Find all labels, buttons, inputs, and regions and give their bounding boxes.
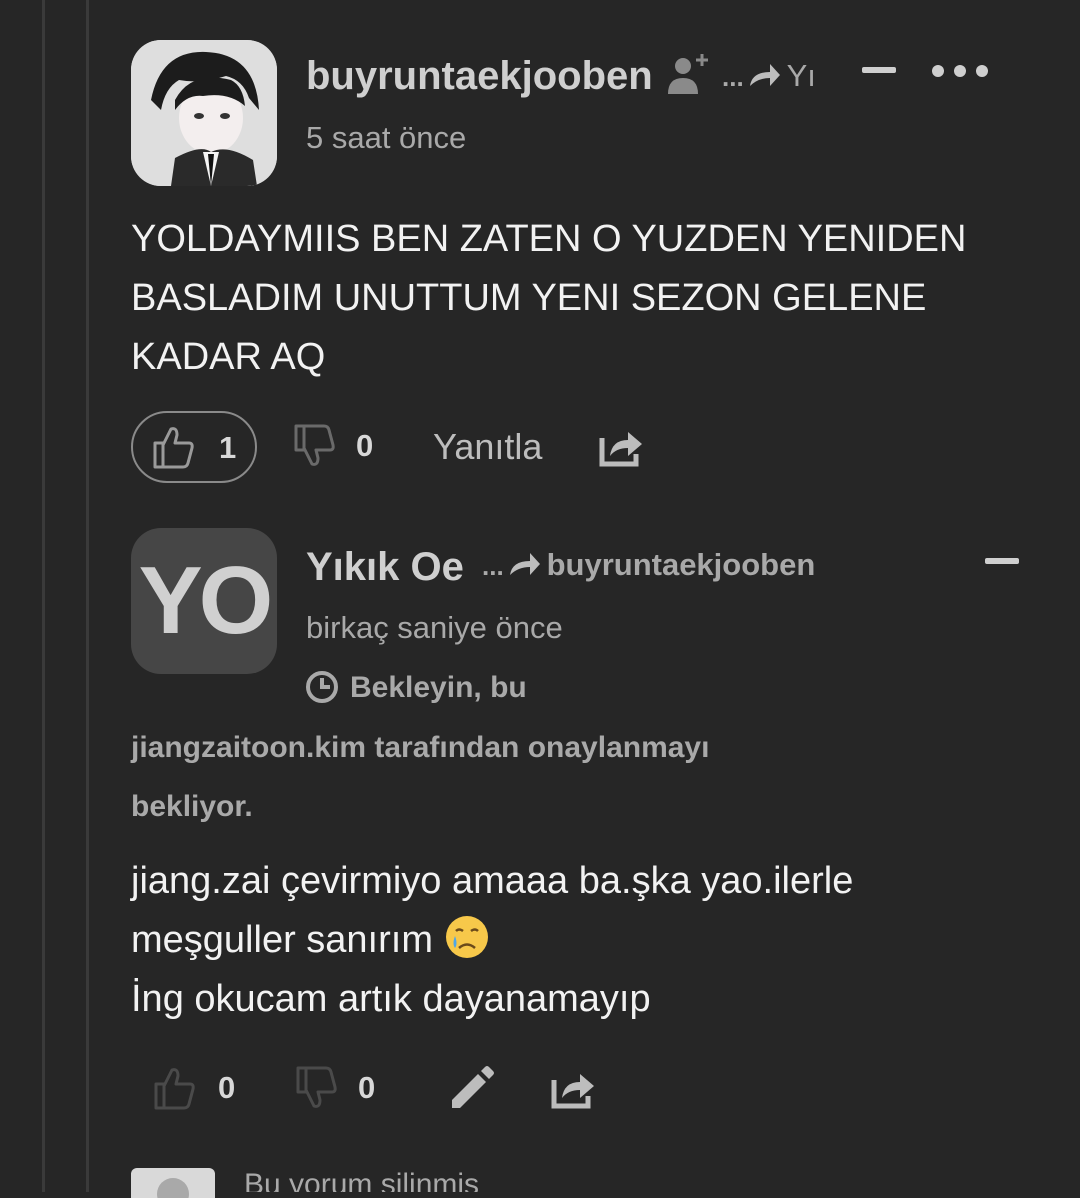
comment-author[interactable]: buyruntaekjooben [306, 54, 653, 99]
downvote-count: 0 [356, 428, 374, 463]
share-icon[interactable] [598, 424, 646, 468]
minus-icon[interactable] [985, 558, 1019, 564]
reply-line-1: jiang.zai çevirmiyo amaaa ba.şka yao.ile… [131, 860, 854, 902]
reply-line-3: İng okucam artık dayanamayıp [131, 978, 651, 1020]
reply-author[interactable]: Yıkık Oe [306, 545, 464, 590]
thread-line-outer [42, 0, 45, 1192]
downvote-count: 0 [358, 1070, 376, 1105]
user-avatar[interactable] [131, 40, 277, 186]
deleted-text-clip: Bu yorum silinmiş [244, 1168, 744, 1192]
comment-time: 5 saat önce [306, 120, 467, 155]
reply-to-indicator: ... Yı [722, 58, 822, 98]
comment-line-1: YOLDAYMIIS BEN ZATEN O YUZDEN YENIDEN [131, 218, 967, 260]
reply-to-name-2[interactable]: buyruntaekjooben [547, 547, 814, 582]
thread-line-inner [86, 0, 89, 1192]
reply-line-2: meşguller sanırım [131, 919, 433, 961]
pencil-icon[interactable] [446, 1064, 494, 1112]
comment-body: YOLDAYMIIS BEN ZATEN O YUZDEN YENIDEN BA… [131, 210, 1031, 387]
clock-icon [305, 670, 339, 704]
reply-avatar[interactable]: YO [131, 528, 277, 674]
deleted-avatar [131, 1168, 215, 1198]
minus-icon[interactable] [862, 67, 896, 73]
downvote-button[interactable]: 0 [290, 420, 390, 474]
upvote-button[interactable]: 1 [131, 411, 257, 483]
user-plus-icon[interactable] [664, 50, 712, 98]
upvote-button[interactable]: 0 [150, 1062, 250, 1116]
downvote-button[interactable]: 0 [292, 1062, 392, 1116]
thumbs-up-icon [154, 1068, 195, 1110]
upvote-count: 1 [219, 430, 237, 465]
pending-line-1: Bekleyin, bu [350, 671, 527, 704]
thumbs-up-icon [153, 427, 194, 469]
reply-arrow-prefix-2: ... [482, 551, 504, 581]
deleted-text: Bu yorum silinmiş [244, 1168, 480, 1192]
reply-arrow-icon [750, 64, 781, 86]
reply-to-indicator-2: ... buyruntaekjooben [482, 547, 814, 591]
pending-line-2: jiangzaitoon.kim tarafından onaylanmayı [131, 731, 710, 764]
reply-time: birkaç saniye önce [306, 610, 563, 645]
reply-line-2-wrap: meşguller sanırım [131, 911, 1031, 970]
pending-line-3: bekliyor. [131, 790, 253, 823]
share-icon[interactable] [550, 1066, 598, 1110]
reply-to-name[interactable]: Yı [787, 58, 816, 93]
thumbs-down-icon [294, 424, 335, 466]
comment-line-3: KADAR AQ [131, 336, 326, 378]
crying-face-emoji [444, 914, 490, 960]
more-dots-icon[interactable] [930, 64, 990, 78]
reply-arrow-prefix: ... [722, 62, 744, 92]
reply-arrow-icon [510, 553, 541, 575]
reply-button[interactable]: Yanıtla [433, 426, 542, 468]
thumbs-down-icon [296, 1066, 337, 1108]
upvote-count: 0 [218, 1070, 236, 1105]
reply-body: jiang.zai çevirmiyo amaaa ba.şka yao.ile… [131, 852, 1031, 1029]
comment-line-2: BASLADIM UNUTTUM YENI SEZON GELENE [131, 277, 927, 319]
